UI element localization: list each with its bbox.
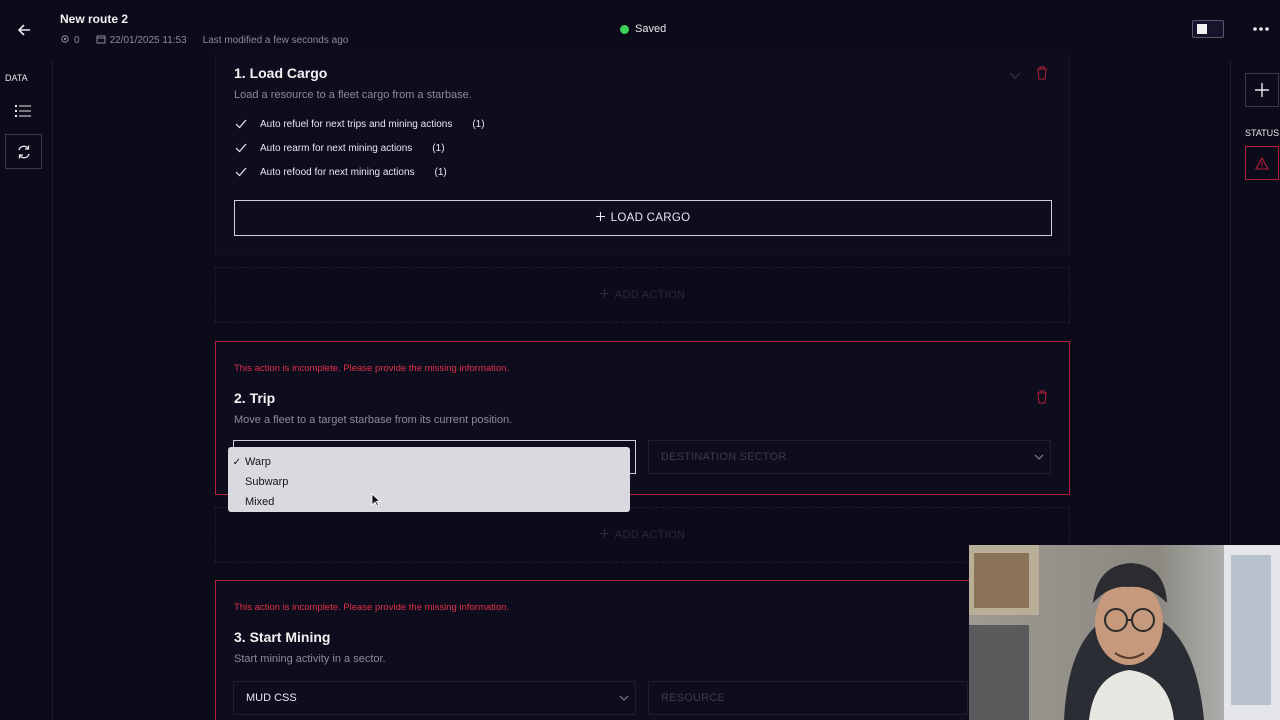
- checkmark-icon: [234, 141, 248, 155]
- chevron-down-icon: [1034, 452, 1044, 464]
- plus-icon: [595, 212, 605, 224]
- checkmark-icon: ✓: [232, 456, 241, 468]
- last-modified: Last modified a few seconds ago: [202, 35, 349, 46]
- load-cargo-label: LOAD CARGO: [610, 212, 691, 224]
- chevron-down-icon: [619, 693, 629, 705]
- checkmark-icon: [234, 165, 248, 179]
- add-action-button[interactable]: ADD ACTION: [215, 507, 1070, 563]
- action-title: 1. Load Cargo: [234, 65, 328, 81]
- gear-icon: [60, 34, 70, 47]
- checkbox-auto-refuel[interactable]: Auto refuel for next trips and mining ac…: [234, 117, 485, 131]
- save-status: Saved: [620, 23, 666, 35]
- checkbox-count: (1): [434, 166, 447, 178]
- checkbox-label: Auto rearm for next mining actions: [260, 142, 413, 154]
- back-arrow-icon[interactable]: [10, 16, 38, 44]
- webcam-overlay: [969, 545, 1280, 720]
- checkbox-auto-refood[interactable]: Auto refood for next mining actions (1): [234, 165, 447, 179]
- route-meta: 0 22/01/2025 11:53 Last modified a few s…: [60, 34, 348, 47]
- toggle-knob: [1197, 24, 1207, 34]
- load-cargo-button[interactable]: LOAD CARGO: [234, 200, 1052, 236]
- checkbox-label: Auto refood for next mining actions: [260, 166, 415, 178]
- action-title: 3. Start Mining: [234, 629, 331, 645]
- action-description: Move a fleet to a target starbase from i…: [234, 414, 513, 426]
- dropdown-option-warp[interactable]: ✓ Warp: [228, 452, 630, 472]
- destination-sector-select[interactable]: DESTINATION SECTOR: [648, 440, 1051, 474]
- dropdown-option-label: Mixed: [245, 496, 275, 508]
- dropdown-option-label: Subwarp: [245, 476, 289, 488]
- route-title: New route 2: [60, 12, 129, 26]
- status-label: STATUS: [1245, 128, 1280, 138]
- header: New route 2 0 22/01/2025 11:53 Last modi…: [0, 0, 1280, 60]
- webcam-image: [969, 545, 1280, 720]
- left-sidebar: DATA: [0, 60, 53, 720]
- resource-select[interactable]: RESOURCE: [648, 681, 968, 715]
- action-card-start-mining: This action is incomplete. Please provid…: [215, 580, 1070, 720]
- error-message: This action is incomplete. Please provid…: [234, 363, 510, 374]
- error-message: This action is incomplete. Please provid…: [234, 602, 510, 613]
- resource-placeholder: RESOURCE: [661, 692, 725, 704]
- destination-placeholder: DESTINATION SECTOR: [661, 451, 787, 463]
- movement-type-dropdown: ✓ Warp Subwarp Mixed: [228, 447, 630, 512]
- action-description: Start mining activity in a sector.: [234, 653, 386, 665]
- warning-icon[interactable]: [1245, 146, 1279, 180]
- date-value: 22/01/2025 11:53: [109, 35, 187, 46]
- dropdown-option-mixed[interactable]: Mixed: [228, 492, 630, 512]
- chevron-down-icon[interactable]: [1009, 67, 1021, 85]
- save-status-label: Saved: [635, 23, 667, 35]
- dropdown-option-subwarp[interactable]: Subwarp: [228, 472, 630, 492]
- mouse-cursor-icon: [371, 493, 382, 512]
- more-options-icon[interactable]: [1248, 18, 1274, 40]
- add-action-label: ADD ACTION: [614, 529, 686, 541]
- checkbox-auto-rearm[interactable]: Auto rearm for next mining actions (1): [234, 141, 445, 155]
- checkbox-count: (1): [472, 118, 485, 130]
- plus-icon[interactable]: [1245, 73, 1279, 107]
- checkbox-count: (1): [432, 142, 445, 154]
- list-icon[interactable]: [8, 96, 38, 126]
- starbase-value: MUD CSS: [246, 692, 297, 704]
- count-value: 0: [74, 35, 80, 46]
- plus-icon: [599, 529, 609, 541]
- calendar-icon: [96, 34, 106, 47]
- starbase-select[interactable]: MUD CSS: [233, 681, 636, 715]
- dropdown-option-label: Warp: [245, 456, 271, 468]
- action-card-load-cargo: 1. Load Cargo Load a resource to a fleet…: [215, 55, 1070, 255]
- data-label: DATA: [5, 73, 28, 83]
- status-dot-icon: [620, 24, 629, 34]
- view-toggle[interactable]: [1192, 20, 1224, 38]
- checkmark-icon: [234, 117, 248, 131]
- checkbox-label: Auto refuel for next trips and mining ac…: [260, 118, 453, 130]
- action-title: 2. Trip: [234, 390, 276, 406]
- add-action-label: ADD ACTION: [614, 289, 686, 301]
- refresh-icon[interactable]: [5, 134, 42, 169]
- trash-icon[interactable]: [1034, 65, 1050, 81]
- add-action-button[interactable]: ADD ACTION: [215, 267, 1070, 323]
- trash-icon[interactable]: [1034, 389, 1050, 405]
- action-description: Load a resource to a fleet cargo from a …: [234, 89, 472, 101]
- plus-icon: [599, 289, 609, 301]
